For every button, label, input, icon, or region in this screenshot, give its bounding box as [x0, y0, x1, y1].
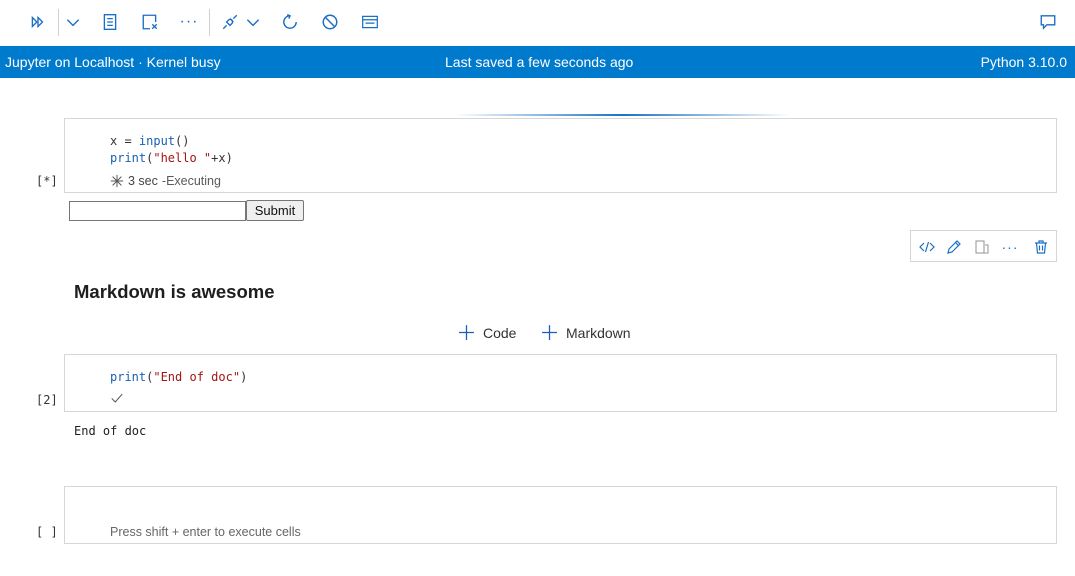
run-all-icon[interactable] [26, 10, 50, 34]
code-toggle-icon[interactable] [917, 237, 937, 257]
plus-icon [541, 324, 558, 341]
execution-status [110, 391, 124, 405]
add-code-cell-button[interactable]: Code [458, 324, 516, 341]
stdin-input[interactable] [69, 201, 246, 221]
toolbar-divider [58, 9, 59, 36]
clear-outputs-icon[interactable] [138, 10, 162, 34]
cell-placeholder: Press shift + enter to execute cells [110, 525, 301, 539]
execution-count: [ ] [36, 525, 58, 539]
submit-button[interactable]: Submit [246, 200, 304, 221]
markdown-heading[interactable]: Markdown is awesome [74, 281, 274, 303]
kernel-status-text[interactable]: Jupyter on Localhost · Kernel busy [5, 54, 221, 70]
code-line[interactable]: print("hello "+x) [110, 150, 233, 167]
execution-count: [2] [36, 393, 58, 407]
edit-pencil-icon[interactable] [944, 237, 964, 257]
add-markdown-cell-button[interactable]: Markdown [541, 324, 631, 341]
outline-icon[interactable] [358, 10, 382, 34]
save-status-text: Last saved a few seconds ago [445, 54, 634, 70]
notebook-toolbar: ··· [0, 0, 1075, 46]
split-cell-icon[interactable] [972, 237, 992, 257]
spinner-icon [110, 174, 124, 188]
cell-more-icon[interactable]: ··· [1000, 237, 1020, 257]
kernel-version-text[interactable]: Python 3.10.0 [981, 54, 1067, 70]
chevron-down-icon[interactable] [61, 10, 85, 34]
comment-icon[interactable] [1036, 10, 1060, 34]
restart-icon[interactable] [278, 10, 302, 34]
toolbar-divider [209, 9, 210, 36]
check-icon [110, 391, 124, 405]
cell-action-toolbar: ··· [910, 230, 1057, 262]
code-cell[interactable]: Press shift + enter to execute cells [64, 486, 1057, 544]
add-code-label: Code [483, 324, 517, 341]
delete-icon[interactable] [1031, 237, 1051, 257]
status-bar: Jupyter on Localhost · Kernel busy Last … [0, 46, 1075, 78]
code-cell[interactable]: print("End of doc") [64, 354, 1057, 412]
cell-output: End of doc [74, 424, 147, 438]
execution-state: Executing [166, 174, 221, 188]
kernel-connect-icon[interactable] [218, 10, 242, 34]
add-markdown-label: Markdown [566, 324, 631, 341]
execution-status: 3 sec - Executing [110, 174, 221, 188]
more-actions-button[interactable]: ··· [177, 10, 201, 34]
kernel-chevron-down-icon[interactable] [241, 10, 265, 34]
code-line[interactable]: print("End of doc") [110, 369, 247, 386]
execution-count: [*] [36, 174, 58, 188]
busy-progress-bar [455, 114, 790, 116]
interrupt-icon[interactable] [318, 10, 342, 34]
plus-icon [458, 324, 475, 341]
code-line[interactable]: x = input() [110, 133, 189, 150]
code-cell[interactable]: x = input() print("hello "+x) 3 sec - Ex… [64, 118, 1057, 193]
execution-time: 3 sec [128, 174, 158, 188]
variables-icon[interactable] [98, 10, 122, 34]
